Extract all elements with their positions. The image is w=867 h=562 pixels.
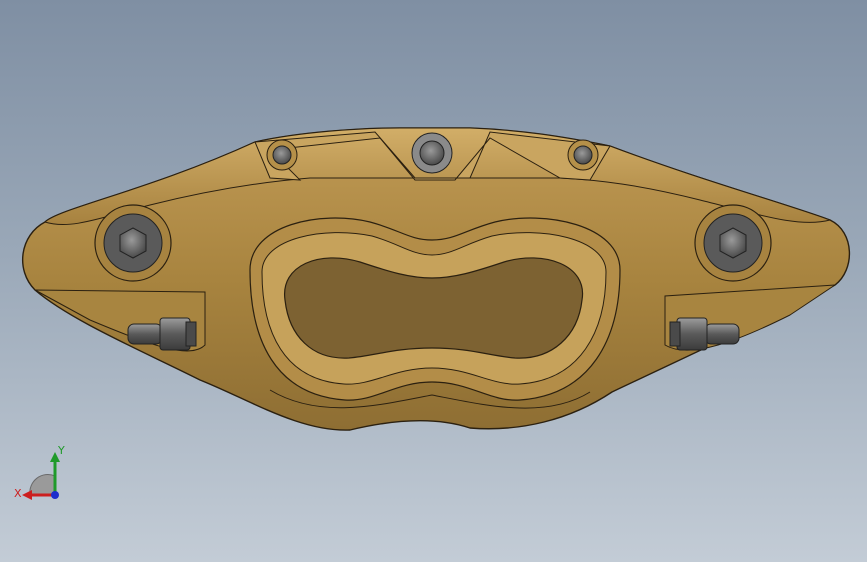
x-axis-arrow: [22, 490, 32, 500]
left-mount-bolt[interactable]: [94, 204, 172, 282]
center-bridge-bolt[interactable]: [411, 132, 453, 174]
reference-triad: Y X: [14, 444, 65, 500]
right-mount-bolt[interactable]: [694, 204, 772, 282]
y-axis-label: Y: [57, 444, 65, 457]
right-bridge-bolt[interactable]: [567, 139, 599, 171]
z-axis-dot: [51, 491, 59, 499]
graphics-viewport[interactable]: Y X: [0, 0, 867, 562]
triad-plane-indicator: [29, 474, 56, 496]
brake-caliper-model[interactable]: [0, 0, 867, 562]
left-bridge-bolt[interactable]: [266, 139, 298, 171]
x-axis-label: X: [14, 487, 22, 500]
